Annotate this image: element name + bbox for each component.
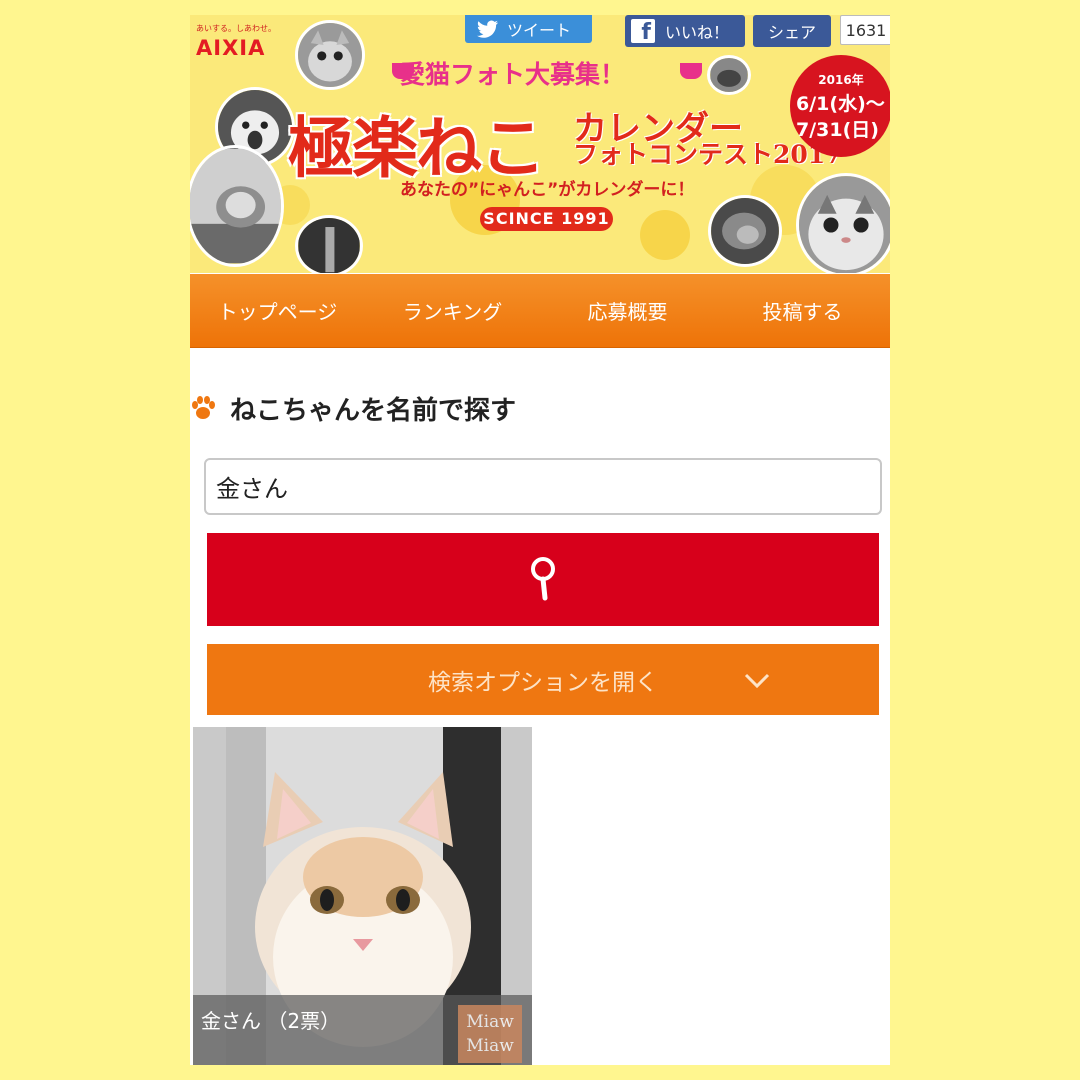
result-name-votes: 金さん （2票） — [201, 1009, 341, 1033]
watermark-line: Miaw — [466, 1036, 514, 1056]
share-button[interactable]: シェア — [753, 15, 831, 47]
chevron-down-icon — [744, 673, 770, 689]
watermark-logo: Miaw Miaw — [458, 1005, 522, 1063]
nav-item-post[interactable]: 投稿する — [715, 274, 890, 347]
search-options-label: 検索オプションを開く — [428, 669, 658, 696]
result-caption: 金さん （2票） Miaw Miaw — [193, 995, 532, 1065]
date-end: 7/31(日) — [796, 119, 879, 141]
result-card[interactable]: 金さん （2票） Miaw Miaw — [193, 727, 532, 1065]
main-nav: トップページ ランキング 応募概要 投稿する — [190, 274, 890, 348]
share-label: シェア — [767, 23, 816, 42]
like-label: いいね！ — [665, 23, 730, 42]
facebook-icon: f — [631, 19, 655, 45]
since-badge: SCINCE 1991 — [480, 207, 613, 231]
search-button[interactable] — [207, 533, 879, 626]
decor-dot — [640, 210, 690, 260]
aixia-logo: あいする。しあわせ。 AIXIA — [196, 23, 276, 60]
cat-photo-circle — [708, 195, 782, 267]
contest-banner: あいする。しあわせ。 AIXIA ツイート f いいね！ シェア 1631 愛猫… — [190, 15, 890, 273]
nav-item-ranking[interactable]: ランキング — [365, 274, 540, 347]
watermark-line: Miaw — [466, 1012, 514, 1032]
date-start: 6/1(水)～ — [796, 93, 885, 115]
like-button[interactable]: f いいね！ — [625, 15, 745, 47]
cat-photo-circle — [190, 145, 284, 267]
cat-ears-icon — [680, 63, 702, 79]
banner-subtitle: 愛猫フォト大募集！ — [400, 60, 626, 89]
nav-item-overview[interactable]: 応募概要 — [540, 274, 715, 347]
tweet-button[interactable]: ツイート — [465, 15, 592, 43]
cat-photo-circle — [707, 55, 751, 95]
paw-icon — [192, 396, 215, 419]
search-input[interactable] — [204, 458, 882, 515]
brand-tagline: あいする。しあわせ。 — [196, 24, 276, 33]
search-heading-text: ねこちゃんを名前で探す — [230, 395, 517, 426]
brand-name: AIXIA — [196, 36, 266, 60]
tweet-label: ツイート — [507, 21, 572, 40]
banner-tagline: あなたの”にゃんこ”がカレンダーに！ — [400, 180, 695, 200]
cat-photo-circle — [295, 215, 363, 273]
cat-photo-circle — [796, 173, 890, 273]
twitter-icon — [477, 20, 499, 38]
search-options-toggle[interactable]: 検索オプションを開く — [207, 644, 879, 715]
date-badge: 2016年 6/1(水)～ 7/31(日) — [790, 55, 890, 157]
phone-screen: あいする。しあわせ。 AIXIA ツイート f いいね！ シェア 1631 愛猫… — [190, 15, 890, 1065]
date-year: 2016年 — [818, 73, 864, 87]
cat-photo-circle — [295, 20, 365, 90]
share-count: 1631 — [840, 15, 890, 45]
search-icon — [531, 556, 555, 600]
nav-item-top[interactable]: トップページ — [190, 274, 365, 347]
search-heading: ねこちゃんを名前で探す — [190, 390, 516, 426]
